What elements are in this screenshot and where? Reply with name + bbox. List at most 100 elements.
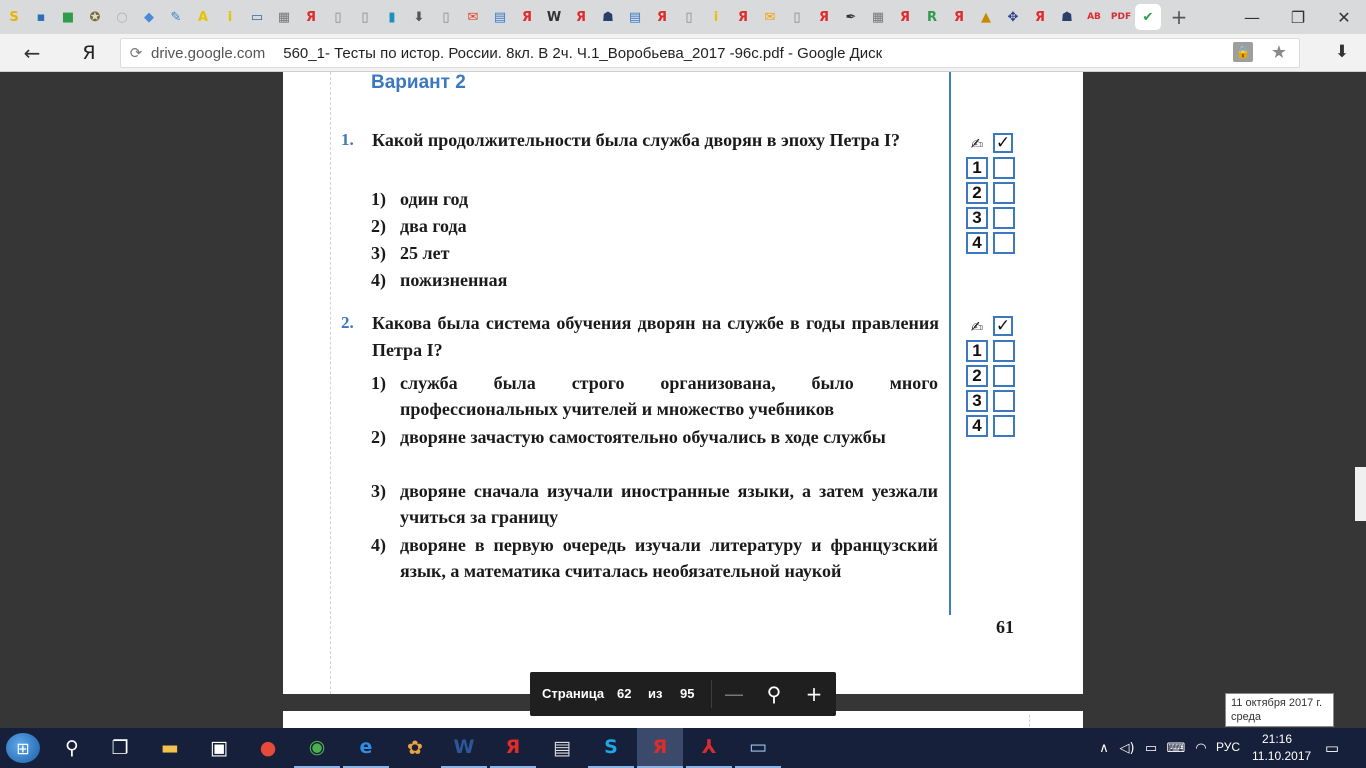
bookmark-puzzle-icon[interactable]: ✥ [1002,6,1024,28]
url-domain: drive.google.com [151,44,266,62]
paint-icon[interactable]: ● [245,728,291,768]
answer-box [993,390,1015,412]
bookmark-presentation-icon[interactable]: ▦ [273,6,295,28]
bookmark-person2-icon[interactable]: ☗ [1056,6,1078,28]
answer-number: 4 [966,415,988,437]
keyboard-icon[interactable]: ⌨ [1166,738,1186,758]
printer-icon[interactable]: ▤ [539,728,585,768]
bookmark-doc2-icon[interactable]: ▯ [354,6,376,28]
bookmark-presentation2-icon[interactable]: ▦ [867,6,889,28]
wifi-icon[interactable]: ◠ [1191,738,1211,758]
bookmark-gift-icon[interactable]: ■ [57,6,79,28]
pen-icon: ✍ [970,135,984,153]
bookmark-person-icon[interactable]: ☗ [597,6,619,28]
clock[interactable]: 21:16 11.10.2017 [1252,731,1311,765]
bookmark-doc-icon[interactable]: ▯ [327,6,349,28]
reload-icon[interactable]: ⟳ [121,44,151,62]
store-icon[interactable]: ▣ [196,728,242,768]
page-label: Страница [542,686,605,701]
bookmark-photo-icon[interactable]: ▲ [975,6,997,28]
bookmark-s-icon[interactable]: S [3,6,25,28]
monitor-app-icon[interactable]: ▭ [735,728,781,768]
start-button[interactable]: ⊞ [6,733,40,763]
bookmark-monitor-icon[interactable]: ▭ [246,6,268,28]
bookmark-doc4-icon[interactable]: ▯ [678,6,700,28]
answer-row-3: 3 [966,207,1018,229]
url-field[interactable]: ⟳ drive.google.com 560_1- Тесты по истор… [120,38,1300,68]
bookmark-wikipedia-icon[interactable]: W [543,6,565,28]
bookmark-globe-icon[interactable]: ✪ [84,6,106,28]
minimize-button[interactable]: — [1229,0,1275,34]
acrobat-icon[interactable]: ⅄ [686,728,732,768]
search-button[interactable]: ⚲ [49,728,95,768]
pen-icon: ✍ [970,318,984,336]
bookmark-yandex8-icon[interactable]: Я [948,6,970,28]
bookmark-quill-icon[interactable]: ✒ [840,6,862,28]
back-button[interactable]: ← [18,40,46,66]
show-hidden-icons-button[interactable]: ∧ [1094,738,1114,758]
palette-icon[interactable]: ✿ [392,728,438,768]
bookmark-yandex9-icon[interactable]: Я [1029,6,1051,28]
bookmark-doc3-icon[interactable]: ▯ [435,6,457,28]
bookmark-ab-icon[interactable]: AB [1083,6,1105,28]
chrome-icon[interactable]: ◉ [294,728,340,768]
bookmark-pin-icon[interactable]: ◆ [138,6,160,28]
skype-icon[interactable]: S [588,728,634,768]
downloads-icon[interactable]: ⬇ [1329,39,1355,65]
word-icon[interactable]: W [441,728,487,768]
yandex-home-button[interactable]: Я [78,40,100,66]
battery-icon[interactable]: ▭ [1141,738,1161,758]
bookmark-pdf-icon[interactable]: PDF [1110,6,1132,28]
close-window-button[interactable]: ✕ [1321,0,1366,34]
bookmark-tools-icon[interactable]: ✎ [165,6,187,28]
question-number: 2. [341,313,354,332]
bookmark-check-icon[interactable]: ✔ [1137,6,1159,28]
bookmark-yandex7-icon[interactable]: Я [894,6,916,28]
tooltip-weekday: среда [1231,711,1262,723]
zoom-out-button[interactable]: — [719,680,749,708]
pdf-page: Вариант 2 1. Какой продолжительности был… [283,72,1083,694]
lock-icon[interactable]: 🔒 [1233,42,1253,62]
zoom-in-button[interactable]: + [799,680,829,708]
scrollbar-thumb[interactable] [1355,467,1366,521]
bookmark-circle-icon[interactable]: ○ [111,6,133,28]
bookmark-i-icon[interactable]: i [219,6,241,28]
bookmark-i2-icon[interactable]: i [705,6,727,28]
bookmark-book-icon[interactable]: ▮ [381,6,403,28]
bookmark-a-icon[interactable]: A [192,6,214,28]
answer-row-1: 1 [966,157,1018,179]
bookmark-yandex6-icon[interactable]: Я [813,6,835,28]
bookmark-r-icon[interactable]: R [921,6,943,28]
option-text: два года [400,216,467,236]
answer-box [993,157,1015,179]
edge-icon[interactable]: e [343,728,389,768]
bookmark-file-icon[interactable]: ▤ [489,6,511,28]
new-tab-button[interactable]: + [1167,5,1191,29]
bookmark-yandex2-icon[interactable]: Я [516,6,538,28]
bookmark-yandex-icon[interactable]: Я [300,6,322,28]
option-number: 4) [371,535,386,555]
bookmark-file2-icon[interactable]: ▤ [624,6,646,28]
language-indicator[interactable]: РУС [1216,740,1240,754]
yandex-app-icon[interactable]: Я [490,728,536,768]
bookmark-bar: S ▪ ■ ✪ ○ ◆ ✎ Ai ▭ ▦ Я ▯ ▯ ▮ ⬇ ▯ ✉ ▤ Я W Я ☗ ▤ Я ▯ i Я ✉ ▯ Я ✒ ▦ Я R Я ▲ ✥ Я ☗… [0,0,1366,34]
zoom-fit-button[interactable]: ⚲ [759,680,789,708]
option-number: 3) [371,481,386,501]
restore-button[interactable]: ❐ [1275,0,1321,34]
bookmark-envelope-icon[interactable]: ✉ [759,6,781,28]
bookmark-chat-icon[interactable]: ▪ [30,6,52,28]
bookmark-doc5-icon[interactable]: ▯ [786,6,808,28]
bookmark-download-icon[interactable]: ⬇ [408,6,430,28]
bookmark-yandex5-icon[interactable]: Я [732,6,754,28]
task-view-button[interactable]: ❐ [97,728,143,768]
volume-icon[interactable]: ◁) [1117,738,1137,758]
notifications-icon[interactable]: ▭ [1317,736,1347,760]
current-page-field[interactable]: 62 [617,686,631,701]
bookmark-mail-icon[interactable]: ✉ [462,6,484,28]
bookmark-yandex3-icon[interactable]: Я [570,6,592,28]
file-explorer-icon[interactable]: ▬ [147,728,193,768]
page-toolbar: Страница 62 из 95 — ⚲ + [530,672,836,716]
bookmark-yandex4-icon[interactable]: Я [651,6,673,28]
bookmark-star-icon[interactable]: ★ [1267,39,1291,65]
yandex-browser-icon[interactable]: Я [637,728,683,768]
